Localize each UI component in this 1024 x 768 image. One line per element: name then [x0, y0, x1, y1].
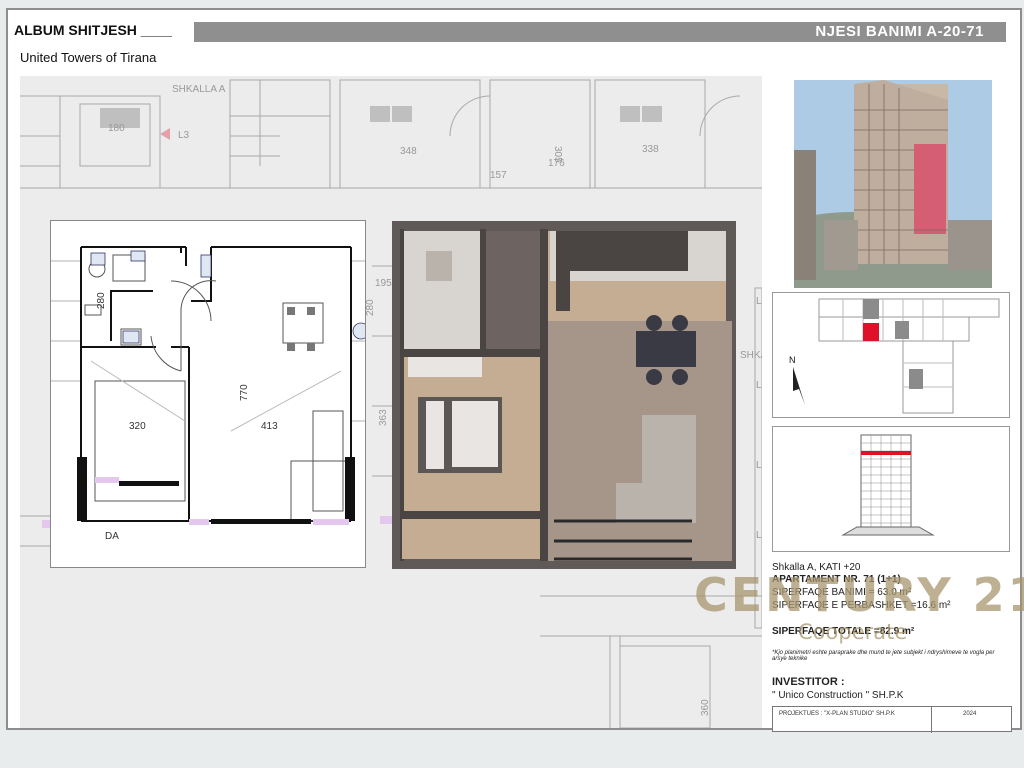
dim-da: DA: [105, 531, 119, 542]
bg-label-176: 176: [548, 158, 565, 169]
bg-label-157: 157: [490, 170, 507, 181]
bg-label-l-2: L: [756, 380, 762, 391]
bg-label-348: 348: [400, 146, 417, 157]
bg-label-195: 195: [375, 278, 392, 289]
building-section: [772, 426, 1010, 552]
bg-label-280: 280: [365, 299, 376, 316]
bg-label-l-4: L: [756, 530, 762, 541]
watermark-brand: CENTURY 21: [694, 568, 1024, 622]
unit-technical-plan: 280 320 770 413 DA: [50, 220, 370, 568]
bg-label-shkalla-2: SHKALLA: [740, 350, 762, 361]
bg-label-180: 180: [108, 123, 125, 134]
title-block-divider: [931, 707, 932, 733]
investor-name: " Unico Construction " SH.P.K: [772, 690, 904, 701]
bg-label-l3: L3: [178, 130, 190, 141]
drawing-sheet: ALBUM SHITJESH ____ United Towers of Tir…: [6, 8, 1024, 733]
unit-id-bar: NJESI BANIMI A-20-71: [194, 22, 1006, 42]
dim-413: 413: [261, 421, 278, 432]
bg-label-l-3: L: [756, 460, 762, 471]
unit-highlight: [863, 323, 879, 341]
album-title: ALBUM SHITJESH ____: [14, 22, 172, 38]
projektues-label: PROJEKTUES : "X-PLAN STUDIO" SH.P.K: [779, 711, 895, 717]
bg-label-shkalla: SHKALLA A: [172, 84, 226, 95]
bg-label-360: 360: [700, 699, 711, 716]
bg-label-363: 363: [378, 409, 389, 426]
building-photo: [794, 80, 992, 288]
key-plan: N: [772, 292, 1010, 418]
watermark-sub: Cooperate: [798, 620, 908, 644]
year-label: 2024: [963, 711, 977, 717]
unit-3d-render: [392, 221, 736, 569]
title-block: PROJEKTUES : "X-PLAN STUDIO" SH.P.K 2024: [772, 706, 1012, 733]
project-name: United Towers of Tirana: [20, 50, 157, 65]
building-section-drawing: [841, 434, 935, 536]
bg-label-338: 338: [642, 144, 659, 155]
building-photo-drawing: [794, 80, 992, 288]
north-label: N: [789, 355, 796, 365]
dim-320: 320: [129, 421, 146, 432]
unit-plan-drawing: 280 320 770 413 DA: [51, 246, 370, 542]
bg-label-l-1: L: [756, 296, 762, 307]
dim-280: 280: [96, 292, 107, 309]
key-plan-drawing: N: [789, 298, 1000, 414]
north-arrow-icon: [793, 367, 805, 405]
level-marker-icon: [160, 128, 170, 140]
disclaimer-note: *Kjo planimetri eshte paraprake dhe mund…: [772, 650, 995, 662]
floor-highlight: [861, 451, 911, 455]
render-drawing: [400, 229, 732, 561]
investor-label: INVESTITOR :: [772, 676, 845, 688]
dim-770: 770: [239, 384, 250, 401]
